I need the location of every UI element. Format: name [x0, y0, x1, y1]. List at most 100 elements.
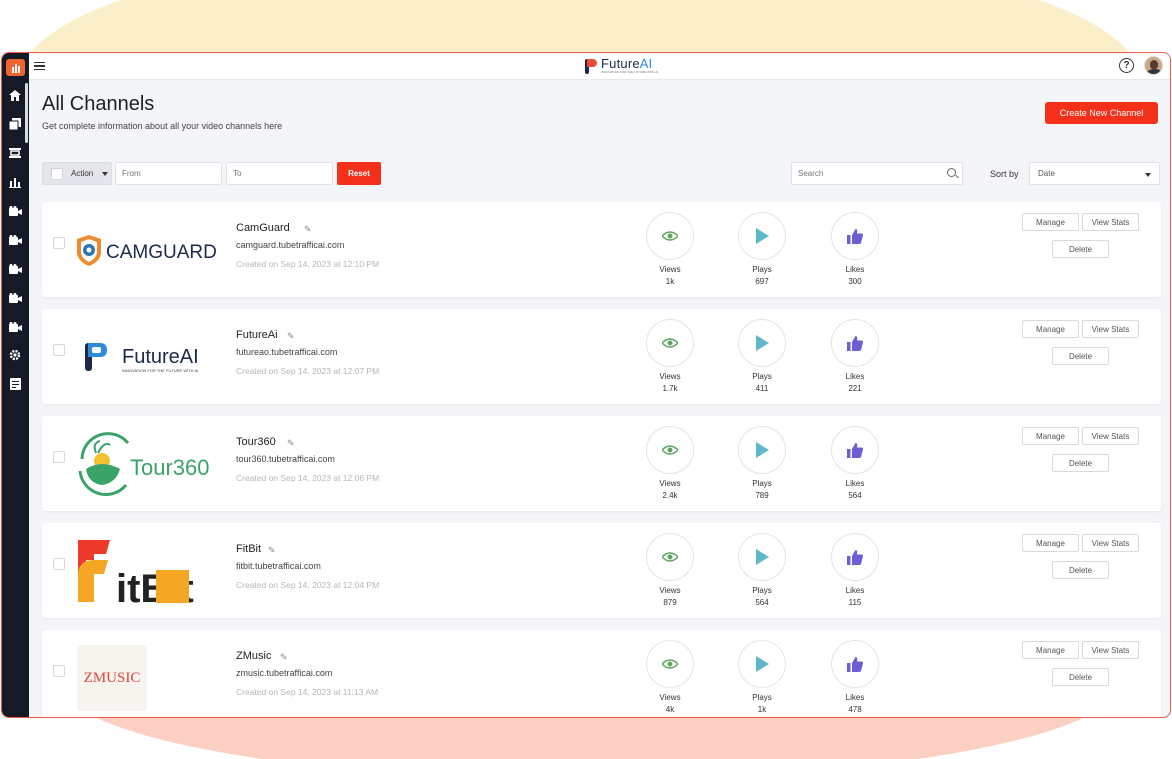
delete-button[interactable]: Delete: [1052, 240, 1109, 258]
bulk-action-dropdown[interactable]: Action: [42, 162, 112, 185]
channel-checkbox[interactable]: [53, 451, 65, 463]
play-icon[interactable]: [738, 212, 786, 260]
view-stats-button[interactable]: View Stats: [1082, 320, 1139, 338]
play-icon[interactable]: [738, 533, 786, 581]
channel-name[interactable]: ZMusic: [236, 650, 271, 662]
video-icon[interactable]: [8, 263, 22, 275]
eye-icon[interactable]: [646, 533, 694, 581]
sidebar-scrollbar[interactable]: [25, 83, 28, 143]
menu-icon[interactable]: [34, 62, 45, 70]
channel-url[interactable]: tour360.tubetrafficai.com: [236, 454, 335, 464]
thumbs-up-icon[interactable]: [831, 533, 879, 581]
select-all-checkbox[interactable]: [51, 168, 63, 180]
views-count: 4k: [665, 705, 675, 714]
edit-pencil-icon[interactable]: ✎: [280, 652, 288, 663]
eye-icon[interactable]: [646, 640, 694, 688]
sort-select[interactable]: Date: [1029, 162, 1160, 185]
play-icon[interactable]: [738, 426, 786, 474]
plays-label: Plays: [752, 265, 772, 274]
plays-stat: Plays 411: [727, 319, 797, 393]
filter-bar: Action Reset Sort by Date: [42, 162, 1162, 186]
copy-icon[interactable]: [8, 118, 22, 130]
view-stats-button[interactable]: View Stats: [1082, 641, 1139, 659]
document-icon[interactable]: [8, 378, 22, 390]
eye-icon[interactable]: [646, 319, 694, 367]
sort-label: Sort by: [990, 169, 1019, 179]
delete-button[interactable]: Delete: [1052, 561, 1109, 579]
view-stats-button[interactable]: View Stats: [1082, 427, 1139, 445]
delete-button[interactable]: Delete: [1052, 454, 1109, 472]
bar-chart-icon[interactable]: [8, 176, 22, 188]
likes-stat: Likes 478: [820, 640, 890, 714]
sidebar: [2, 53, 29, 717]
views-label: Views: [659, 693, 681, 702]
channel-name[interactable]: FutureAi: [236, 329, 278, 341]
thumbs-up-icon[interactable]: [831, 212, 879, 260]
view-stats-button[interactable]: View Stats: [1082, 213, 1139, 231]
create-channel-button[interactable]: Create New Channel: [1045, 102, 1158, 124]
channel-name[interactable]: Tour360: [236, 436, 276, 448]
delete-button[interactable]: Delete: [1052, 668, 1109, 686]
views-stat: Views 4k: [635, 640, 705, 714]
edit-pencil-icon[interactable]: ✎: [287, 331, 295, 342]
view-stats-button[interactable]: View Stats: [1082, 534, 1139, 552]
thumbs-up-icon[interactable]: [831, 640, 879, 688]
edit-pencil-icon[interactable]: ✎: [287, 438, 295, 449]
video-icon[interactable]: [8, 292, 22, 304]
video-icon[interactable]: [8, 205, 22, 217]
channel-checkbox[interactable]: [53, 665, 65, 677]
edit-pencil-icon[interactable]: ✎: [268, 545, 276, 556]
views-label: Views: [659, 586, 681, 595]
channel-url[interactable]: fitbit.tubetrafficai.com: [236, 561, 321, 571]
search-icon[interactable]: [947, 168, 956, 177]
plays-label: Plays: [752, 479, 772, 488]
home-icon[interactable]: [8, 89, 22, 101]
settings-icon[interactable]: [8, 349, 22, 361]
channel-url[interactable]: camguard.tubetrafficai.com: [236, 240, 344, 250]
manage-button[interactable]: Manage: [1022, 534, 1079, 552]
manage-button[interactable]: Manage: [1022, 641, 1079, 659]
likes-label: Likes: [845, 372, 865, 381]
video-icon[interactable]: [8, 321, 22, 333]
likes-stat: Likes 115: [820, 533, 890, 607]
thumbs-up-icon[interactable]: [831, 319, 879, 367]
top-bar: FutureAI INNOVATION FOR THE FUTURE WITH …: [29, 53, 1170, 80]
video-icon[interactable]: [8, 234, 22, 246]
channel-card: itBit B FitBit ✎ fitbit.tubetrafficai.co…: [42, 523, 1161, 618]
channel-created: Created on Sep 14, 2023 at 12:07 PM: [236, 366, 380, 376]
views-label: Views: [659, 265, 681, 274]
search-input[interactable]: [791, 162, 963, 185]
plays-stat: Plays 697: [727, 212, 797, 286]
channel-name[interactable]: CamGuard: [236, 222, 290, 234]
channel-created: Created on Sep 14, 2023 at 11:13 AM: [236, 687, 379, 697]
to-date-input[interactable]: [226, 162, 333, 185]
manage-button[interactable]: Manage: [1022, 427, 1079, 445]
views-label: Views: [659, 372, 681, 381]
channel-logo: itBit B: [76, 531, 228, 611]
channel-url[interactable]: futureao.tubetrafficai.com: [236, 347, 337, 357]
channel-name[interactable]: FitBit: [236, 543, 261, 555]
likes-count: 115: [848, 598, 862, 607]
brand-logo[interactable]: FutureAI INNOVATION FOR THE FUTURE WITH …: [585, 57, 658, 74]
channel-url[interactable]: zmusic.tubetrafficai.com: [236, 668, 332, 678]
reset-button[interactable]: Reset: [337, 162, 381, 185]
channel-checkbox[interactable]: [53, 237, 65, 249]
channel-checkbox[interactable]: [53, 558, 65, 570]
play-icon[interactable]: [738, 640, 786, 688]
views-stat: Views 1k: [635, 212, 705, 286]
channel-checkbox[interactable]: [53, 344, 65, 356]
help-icon[interactable]: ?: [1119, 58, 1134, 73]
edit-pencil-icon[interactable]: ✎: [304, 224, 312, 235]
from-date-input[interactable]: [115, 162, 222, 185]
eye-icon[interactable]: [646, 212, 694, 260]
eye-icon[interactable]: [646, 426, 694, 474]
manage-button[interactable]: Manage: [1022, 213, 1079, 231]
manage-button[interactable]: Manage: [1022, 320, 1079, 338]
play-icon[interactable]: [738, 319, 786, 367]
layout-icon[interactable]: [8, 147, 22, 159]
avatar[interactable]: [1144, 56, 1163, 75]
thumbs-up-icon[interactable]: [831, 426, 879, 474]
likes-count: 221: [848, 384, 862, 393]
delete-button[interactable]: Delete: [1052, 347, 1109, 365]
app-logo-icon[interactable]: [6, 59, 25, 76]
